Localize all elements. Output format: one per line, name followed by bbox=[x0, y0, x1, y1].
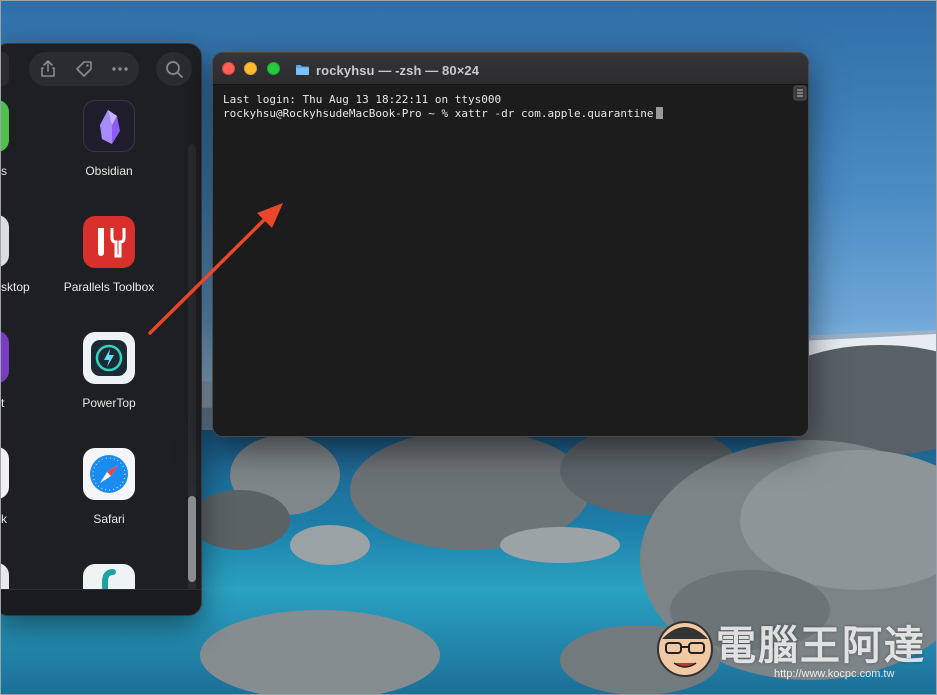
toolbar-pill-left bbox=[0, 52, 9, 86]
maximize-button[interactable] bbox=[267, 62, 280, 75]
powertop-icon bbox=[83, 332, 135, 384]
app-label-partial: k bbox=[1, 512, 7, 526]
app-label: Obsidian bbox=[85, 164, 133, 178]
toolbox-icon bbox=[83, 216, 135, 268]
terminal-scroll-icon[interactable] bbox=[793, 85, 807, 101]
watermark: 電腦王阿達 http://www.kocpc.com.tw bbox=[654, 611, 929, 691]
command-text: rockyhsu@RockyhsudeMacBook-Pro ~ % xattr… bbox=[223, 107, 654, 120]
folder-icon bbox=[296, 65, 309, 75]
launcher-footer bbox=[0, 589, 201, 615]
watermark-brand: 電腦王阿達 bbox=[716, 623, 926, 669]
launcher-scrollbar[interactable] bbox=[188, 144, 196, 614]
app-label-partial: s bbox=[1, 164, 7, 178]
app-launcher-panel: s sktop t k Obsidian Parallels Toolbox P… bbox=[0, 43, 202, 616]
obsidian-icon bbox=[83, 100, 135, 152]
app-label-partial: sktop bbox=[1, 280, 30, 294]
minimize-button[interactable] bbox=[244, 62, 257, 75]
app-label: PowerTop bbox=[82, 396, 136, 410]
search-icon[interactable] bbox=[163, 58, 185, 80]
more-icon[interactable] bbox=[109, 58, 131, 80]
terminal-window: rockyhsu — -zsh — 80×24 Last login: Thu … bbox=[212, 52, 809, 437]
watermark-url: http://www.kocpc.com.tw bbox=[774, 668, 895, 680]
text-cursor bbox=[656, 107, 664, 119]
app-label-partial: t bbox=[1, 396, 5, 410]
close-button[interactable] bbox=[222, 62, 235, 75]
launcher-scroll-thumb[interactable] bbox=[188, 496, 196, 582]
terminal-output[interactable]: Last login: Thu Aug 13 18:22:11 on ttys0… bbox=[213, 85, 808, 436]
window-title-text: rockyhsu — -zsh — 80×24 bbox=[316, 62, 480, 78]
app-icon-partial-purple[interactable] bbox=[0, 331, 9, 383]
terminal-line-command[interactable]: rockyhsu@RockyhsudeMacBook-Pro ~ % xattr… bbox=[223, 107, 798, 121]
app-icon-partial-green[interactable] bbox=[0, 100, 9, 152]
launcher-toolbar bbox=[0, 44, 201, 100]
terminal-line-login: Last login: Thu Aug 13 18:22:11 on ttys0… bbox=[223, 93, 502, 106]
terminal-title: rockyhsu — -zsh — 80×24 bbox=[295, 61, 479, 79]
app-grid: s sktop t k Obsidian Parallels Toolbox P… bbox=[0, 100, 201, 605]
share-icon[interactable] bbox=[37, 58, 59, 80]
app-label: Parallels Toolbox bbox=[63, 280, 155, 294]
app-label: Safari bbox=[93, 512, 125, 526]
terminal-titlebar[interactable]: rockyhsu — -zsh — 80×24 bbox=[213, 53, 808, 85]
safari-icon bbox=[83, 448, 135, 500]
app-icon-partial-white[interactable] bbox=[0, 447, 9, 499]
tag-icon[interactable] bbox=[73, 58, 95, 80]
mascot-face-icon bbox=[657, 621, 713, 677]
app-icon-partial-gray[interactable] bbox=[0, 215, 9, 267]
